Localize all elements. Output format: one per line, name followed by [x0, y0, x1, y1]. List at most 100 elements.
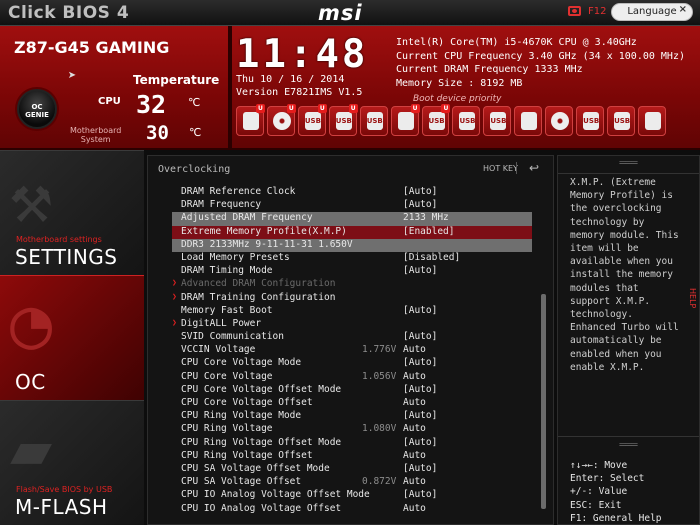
setting-label: DRAM Reference Clock	[181, 186, 296, 197]
boot-device[interactable]: USB	[452, 106, 481, 136]
setting-value[interactable]: [Auto]	[403, 410, 437, 421]
setting-value[interactable]: [Auto]	[403, 463, 437, 474]
setting-value[interactable]: 2133 MHz	[403, 212, 449, 223]
setting-label: CPU SA Voltage Offset Mode	[181, 462, 330, 474]
uefi-badge: U	[348, 104, 358, 113]
setting-row[interactable]: CPU Core Voltage 1.056V Auto	[172, 371, 532, 384]
setting-value[interactable]: [Auto]	[403, 331, 437, 342]
setting-row[interactable]: DRAM Frequency [Auto]	[172, 199, 532, 212]
back-icon[interactable]: ↩	[529, 161, 539, 175]
setting-row[interactable]: DDR3 2133MHz 9-11-11-31 1.650V	[172, 238, 532, 252]
oc-genie-button[interactable]: OC GENIE	[17, 89, 57, 129]
setting-row[interactable]: Adjusted DRAM Frequency 2133 MHz	[172, 212, 532, 226]
oc-title: OC	[15, 370, 46, 394]
dram-frequency: Current DRAM Frequency 1333 MHz	[396, 64, 583, 75]
boot-device[interactable]: USB U	[297, 104, 327, 136]
boot-device[interactable]: USB	[483, 106, 512, 136]
close-icon[interactable]: ×	[679, 4, 687, 15]
setting-row[interactable]: CPU Ring Voltage Mode [Auto]	[172, 410, 532, 423]
setting-row[interactable]: CPU SA Voltage Offset Mode [Auto]	[172, 463, 532, 476]
boot-device[interactable]: USB U	[328, 104, 358, 136]
scrollbar[interactable]	[541, 294, 546, 509]
setting-row[interactable]: Extreme Memory Profile(X.M.P) [Enabled]	[172, 225, 532, 239]
setting-value[interactable]: [Auto]	[403, 437, 437, 448]
nav-mflash[interactable]: ▰ Flash/Save BIOS by USB M-FLASH	[0, 400, 144, 525]
setting-label: Extreme Memory Profile(X.M.P)	[181, 225, 347, 237]
setting-value[interactable]: Auto	[403, 503, 426, 514]
panel-title: Overclocking	[158, 164, 231, 175]
mouse-cursor-icon: ➤	[68, 68, 77, 84]
usb-icon: USB	[428, 112, 445, 130]
setting-row[interactable]: DRAM Reference Clock [Auto]	[172, 186, 532, 199]
boot-device[interactable]: USB	[576, 106, 605, 136]
help-side-tab[interactable]: HELP	[688, 288, 697, 310]
setting-row[interactable]: DRAM Timing Mode [Auto]	[172, 265, 532, 278]
nav-oc[interactable]: ◔ OC	[0, 275, 144, 400]
setting-row[interactable]: Load Memory Presets [Disabled]	[172, 252, 532, 265]
uefi-badge: U	[286, 104, 296, 113]
setting-label: DRAM Timing Mode	[181, 265, 273, 277]
title-bar: Click BIOS 4 msi F12 Language ×	[0, 0, 700, 26]
setting-row[interactable]: CPU IO Analog Voltage Offset Auto	[172, 503, 532, 516]
setting-value[interactable]: Auto	[403, 344, 426, 355]
disc-icon	[551, 112, 570, 130]
setting-value[interactable]: Auto	[403, 450, 426, 461]
setting-row[interactable]: CPU Core Voltage Offset Auto	[172, 397, 532, 410]
boot-device[interactable]: U	[236, 104, 265, 136]
boot-device[interactable]: USB	[607, 106, 635, 136]
language-button[interactable]: Language ×	[611, 3, 693, 21]
hotkey-button[interactable]: HOT KEY	[483, 164, 518, 173]
setting-value[interactable]: Auto	[403, 397, 426, 408]
setting-value[interactable]: [Auto]	[403, 384, 437, 395]
setting-row[interactable]: CPU Ring Voltage Offset Mode [Auto]	[172, 437, 532, 450]
board-name: Z87-G45 GAMING	[14, 38, 170, 57]
setting-value[interactable]: [Disabled]	[403, 252, 460, 263]
setting-row[interactable]: ❯ DRAM Training Configuration	[172, 292, 532, 305]
setting-row[interactable]: CPU Core Voltage Mode [Auto]	[172, 357, 532, 370]
setting-row[interactable]: SVID Communication [Auto]	[172, 331, 532, 344]
setting-row[interactable]: Memory Fast Boot [Auto]	[172, 305, 532, 318]
setting-label: DDR3 2133MHz 9-11-11-31 1.650V	[181, 238, 353, 250]
setting-row[interactable]: CPU IO Analog Voltage Offset Mode [Auto]	[172, 489, 532, 502]
setting-row[interactable]: CPU Ring Voltage Offset Auto	[172, 450, 532, 463]
boot-device[interactable]: USB	[359, 106, 388, 136]
hdd-icon	[521, 112, 538, 130]
cpu-model: Intel(R) Core(TM) i5-4670K CPU @ 3.40GHz	[396, 37, 637, 48]
nav-settings[interactable]: ⚒ Motherboard settings SETTINGS	[0, 150, 144, 275]
setting-label: CPU IO Analog Voltage Offset	[181, 502, 342, 514]
setting-value[interactable]: [Auto]	[403, 305, 437, 316]
boot-device[interactable]: U	[390, 104, 420, 136]
boot-device[interactable]: USB U	[421, 104, 451, 136]
setting-value[interactable]: [Auto]	[403, 489, 437, 500]
settings-list: DRAM Reference Clock [Auto] DRAM Frequency…	[172, 186, 532, 516]
setting-label: CPU SA Voltage Offset	[181, 476, 302, 488]
setting-value[interactable]: Auto	[403, 476, 426, 487]
disc-icon	[272, 112, 291, 130]
setting-row[interactable]: VCCIN Voltage 1.776V Auto	[172, 344, 532, 357]
mb-temp-label: Motherboard System	[70, 126, 121, 144]
setting-value[interactable]: [Enabled]	[403, 226, 454, 237]
boot-device[interactable]	[637, 106, 666, 136]
boot-priority-label: Boot device priority	[413, 94, 502, 104]
setting-value[interactable]: [Auto]	[403, 357, 437, 368]
setting-row[interactable]: CPU Ring Voltage 1.080V Auto	[172, 423, 532, 436]
system-info: Intel(R) Core(TM) i5-4670K CPU @ 3.40GHz…	[396, 36, 685, 90]
screenshot-camera-icon[interactable]	[568, 6, 581, 16]
temperature-title: Temperature	[133, 73, 220, 87]
clock: 11:48	[236, 32, 369, 77]
speedometer-icon: ◔	[10, 282, 53, 364]
setting-row[interactable]: CPU SA Voltage Offset 0.872V Auto	[172, 476, 532, 489]
help-bottom-grip: ═══	[558, 436, 699, 454]
settings-caption: Motherboard settings	[16, 235, 102, 244]
setting-value[interactable]: [Auto]	[403, 199, 437, 210]
setting-value[interactable]: [Auto]	[403, 186, 437, 197]
setting-value[interactable]: [Auto]	[403, 265, 437, 276]
setting-row[interactable]: ❯ DigitALL Power	[172, 318, 532, 331]
boot-device[interactable]	[545, 106, 574, 136]
boot-device[interactable]	[514, 106, 543, 136]
setting-value[interactable]: Auto	[403, 423, 426, 434]
setting-value[interactable]: Auto	[403, 371, 426, 382]
mb-label-line1: Motherboard	[70, 126, 122, 135]
setting-row[interactable]: CPU Core Voltage Offset Mode [Auto]	[172, 384, 532, 397]
boot-device[interactable]: U	[266, 104, 296, 136]
